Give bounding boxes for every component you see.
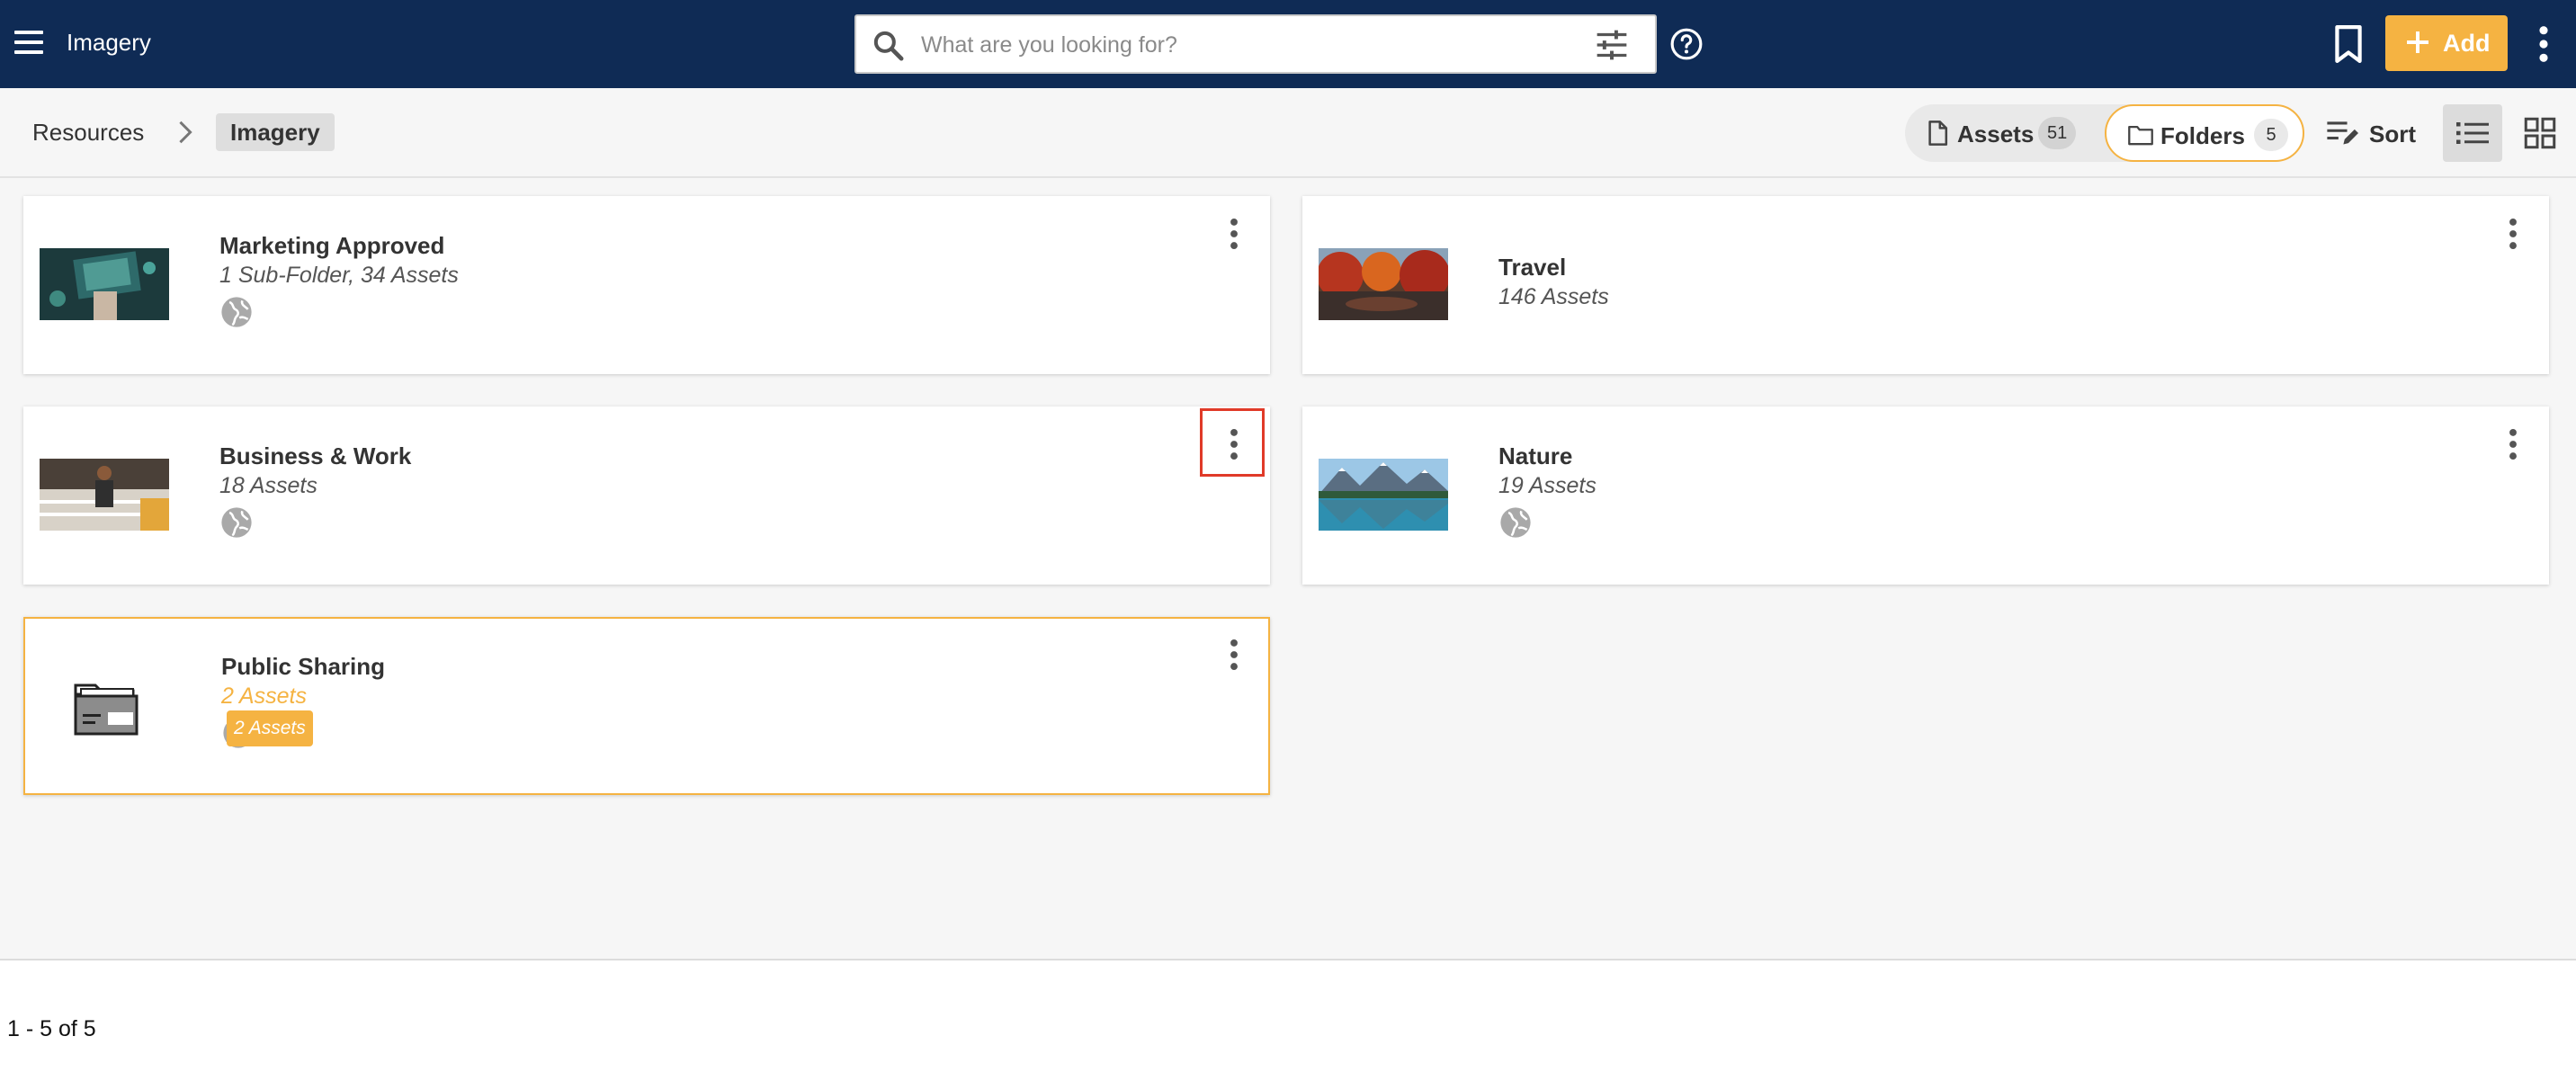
add-button[interactable]: Add [2385, 15, 2508, 71]
folder-meta: 146 Assets [1498, 284, 1609, 309]
add-button-label: Add [2443, 30, 2491, 57]
folder-thumbnail [41, 671, 171, 743]
pagination-range: 1 - 5 of 5 [7, 1016, 96, 1041]
footer: 1 - 5 of 5 [0, 960, 2576, 1072]
folder-thumbnail [40, 459, 169, 531]
file-icon [1928, 121, 1948, 146]
app-title: Imagery [67, 29, 151, 56]
search-icon [873, 31, 904, 61]
assets-filter-label: Assets [1957, 121, 2035, 147]
more-options-icon[interactable] [2504, 218, 2522, 250]
folders-filter-label: Folders [2160, 122, 2245, 149]
bookmark-icon[interactable] [2333, 25, 2364, 63]
sort-label: Sort [2369, 121, 2416, 147]
globe-icon [221, 297, 252, 327]
plus-icon [2407, 31, 2428, 53]
asset-count-tooltip: 2 Assets [227, 710, 313, 746]
folders-filter-button[interactable]: Folders 5 [2105, 104, 2304, 162]
grid-icon[interactable] [2524, 117, 2556, 149]
folder-name: Business & Work [219, 442, 412, 469]
folder-meta: 1 Sub-Folder, 34 Assets [219, 263, 459, 288]
search-input[interactable] [921, 25, 1533, 65]
sort-button[interactable]: Sort [2321, 113, 2419, 153]
menu-icon[interactable] [13, 27, 45, 58]
folder-thumbnail [1319, 459, 1448, 531]
folder-name: Travel [1498, 254, 1567, 281]
chevron-right-icon [179, 121, 192, 144]
folder-thumbnail [40, 248, 169, 320]
top-app-bar: Imagery Add [0, 0, 2576, 88]
folder-icon [74, 683, 139, 736]
folder-name: Public Sharing [221, 653, 386, 680]
search-bar[interactable] [854, 14, 1657, 74]
type-filter-toggle: Assets 51 Folders 5 [1905, 104, 2304, 162]
more-options-icon[interactable] [2535, 25, 2553, 63]
sort-edit-icon [2327, 121, 2358, 145]
folder-name: Nature [1498, 442, 1573, 469]
list-icon [2456, 122, 2489, 144]
folders-count-badge: 5 [2254, 119, 2288, 151]
help-icon[interactable] [1669, 27, 1704, 61]
assets-filter-button[interactable]: Assets 51 [1905, 104, 2105, 162]
folder-card-travel[interactable]: Travel 146 Assets [1302, 196, 2549, 374]
breadcrumb-root[interactable]: Resources [32, 119, 144, 147]
folder-name: Marketing Approved [219, 232, 445, 259]
more-options-icon[interactable] [1225, 639, 1243, 671]
breadcrumb-current: Imagery [216, 113, 335, 151]
list-view-button[interactable] [2443, 104, 2502, 162]
toolbar: Resources Imagery Assets 51 Folders 5 So… [0, 88, 2576, 178]
folder-icon [2128, 125, 2153, 146]
more-options-icon[interactable] [1225, 218, 1243, 250]
globe-icon [221, 507, 252, 538]
folder-card-marketing-approved[interactable]: Marketing Approved 1 Sub-Folder, 34 Asse… [23, 196, 1270, 374]
folder-card-public-sharing[interactable]: Public Sharing 2 Assets [23, 617, 1270, 795]
folder-meta: 19 Assets [1498, 473, 1597, 498]
folder-meta: 18 Assets [219, 473, 318, 498]
folder-card-nature[interactable]: Nature 19 Assets [1302, 406, 2549, 585]
folder-thumbnail [1319, 248, 1448, 320]
more-options-icon[interactable] [1225, 428, 1243, 460]
assets-count-badge: 51 [2038, 117, 2077, 149]
folder-meta: 2 Assets [221, 683, 307, 709]
filter-settings-icon[interactable] [1594, 29, 1630, 61]
more-options-icon[interactable] [2504, 428, 2522, 460]
globe-icon [1500, 507, 1531, 538]
folder-card-business-work[interactable]: Business & Work 18 Assets [23, 406, 1270, 585]
